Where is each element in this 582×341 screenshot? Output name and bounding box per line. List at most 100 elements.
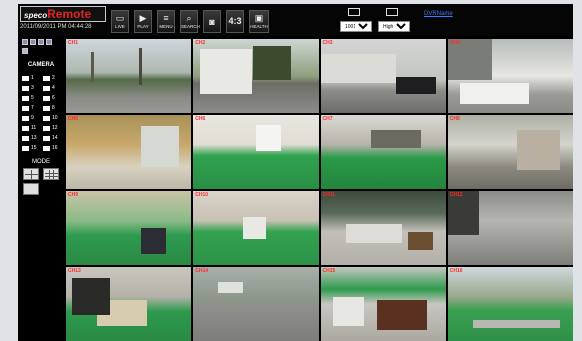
- camera-tile-14[interactable]: CH14: [193, 267, 319, 341]
- menu-button[interactable]: ≡ MENU: [157, 10, 175, 33]
- play-button[interactable]: ▶ PLAY: [134, 10, 152, 33]
- camera-select-16[interactable]: 16: [43, 145, 61, 152]
- camera-select-12[interactable]: 12: [43, 125, 61, 132]
- mode-nine-button[interactable]: [43, 168, 59, 180]
- camera-icon: [43, 146, 50, 151]
- camera-select-10[interactable]: 10: [43, 115, 61, 122]
- camera-icon: [22, 86, 29, 91]
- channel-label: CH2: [195, 40, 206, 46]
- camera-grid: CH1 CH2 CH3 CH4 CH5 CH6 CH7 CH8 CH9 CH10 CH11 CH12 C…: [66, 39, 573, 341]
- camera-icon: [22, 96, 29, 101]
- aspect-ratio-button[interactable]: 4:3: [226, 10, 244, 33]
- channel-label: CH13: [68, 268, 81, 274]
- menu-button-label: MENU: [159, 24, 173, 29]
- grid-line: [49, 170, 50, 179]
- camera-select-6[interactable]: 6: [43, 95, 61, 102]
- camera-feed-region: [193, 267, 319, 341]
- camera-feed-region: [66, 191, 192, 265]
- camera-select-4[interactable]: 4: [43, 85, 61, 92]
- camera-tile-10[interactable]: CH10: [193, 191, 319, 265]
- camera-icon: [22, 106, 29, 111]
- health-button-label: HEALTH: [250, 24, 268, 29]
- camera-select-13[interactable]: 13: [22, 135, 40, 142]
- camera-feed-region: [141, 126, 179, 167]
- camera-number: 2: [52, 75, 55, 81]
- camera-tile-7[interactable]: CH7: [320, 115, 446, 189]
- settings-icon[interactable]: [38, 39, 44, 45]
- channel-label: CH8: [449, 116, 460, 122]
- camera-tile-9[interactable]: CH9: [66, 191, 192, 265]
- camera-select-2[interactable]: 2: [43, 75, 61, 82]
- camera-tile-15[interactable]: CH15: [320, 267, 446, 341]
- live-button[interactable]: ▭ LIVE: [111, 10, 129, 33]
- camera-feed-region: [472, 320, 561, 328]
- camera-icon: [43, 126, 50, 131]
- camera-tile-4[interactable]: CH4: [447, 39, 573, 113]
- camera-feed-region: [141, 228, 167, 254]
- camera-feed-region: [199, 49, 253, 94]
- camera-tile-11[interactable]: CH11: [320, 191, 446, 265]
- quality-select[interactable]: High: [378, 21, 410, 32]
- camera-tile-2[interactable]: CH2: [193, 39, 319, 113]
- channel-label: CH4: [449, 40, 460, 46]
- camera-tile-16[interactable]: CH16: [447, 267, 573, 341]
- camera-tile-8[interactable]: CH8: [447, 115, 573, 189]
- search-button-label: SEARCH: [181, 24, 200, 29]
- camera-tile-6[interactable]: CH6: [193, 115, 319, 189]
- camera-number: 9: [31, 115, 34, 121]
- camera-tile-12[interactable]: CH12: [447, 191, 573, 265]
- camera-feed-region: [460, 83, 530, 105]
- layout-icon[interactable]: [22, 39, 28, 45]
- camera-select-9[interactable]: 9: [22, 115, 40, 122]
- camera-tile-3[interactable]: CH3: [320, 39, 446, 113]
- camera-select-11[interactable]: 11: [22, 125, 40, 132]
- camera-section-title: CAMERA: [27, 62, 55, 68]
- user-icon[interactable]: [30, 39, 36, 45]
- channel-label: CH6: [195, 116, 206, 122]
- camera-feed-region: [320, 53, 396, 84]
- mode-quad-button[interactable]: [23, 168, 39, 180]
- channel-label: CH15: [322, 268, 336, 274]
- camera-feed-region: [376, 300, 427, 330]
- camera-feed-region: [333, 296, 365, 327]
- camera-icon: [22, 126, 29, 131]
- camera-feed-region: [516, 129, 561, 171]
- screen-icon: [348, 8, 360, 16]
- lock-icon[interactable]: [46, 39, 52, 45]
- capture-button[interactable]: ◙: [203, 10, 221, 33]
- dvr-name-link[interactable]: DVRName: [424, 11, 453, 17]
- edit-icon[interactable]: [22, 48, 28, 54]
- camera-feed-region: [243, 216, 266, 240]
- camera-icon: [43, 106, 50, 111]
- camera-select-7[interactable]: 7: [22, 105, 40, 112]
- grid-line: [45, 176, 58, 177]
- camera-select-1[interactable]: 1: [22, 75, 40, 82]
- camera-select-5[interactable]: 5: [22, 95, 40, 102]
- camera-number: 12: [52, 125, 58, 131]
- camera-feed-region: [253, 46, 291, 80]
- camera-feed-region: [370, 129, 421, 149]
- camera-number: 10: [52, 115, 58, 121]
- mode-single-button[interactable]: [23, 183, 39, 195]
- camera-feed-region: [138, 47, 143, 85]
- camera-tile-13[interactable]: CH13: [66, 267, 192, 341]
- camera-icon: [43, 96, 50, 101]
- camera-tile-1[interactable]: CH1: [66, 39, 192, 113]
- logo-product: Remote: [47, 7, 92, 21]
- camera-feed-region: [72, 278, 110, 316]
- channel-label: CH9: [68, 192, 79, 198]
- search-button[interactable]: ⌕ SEARCH: [180, 10, 200, 33]
- stream-select[interactable]: 1001: [340, 21, 372, 32]
- health-icon: ▣: [254, 13, 264, 23]
- camera-icon: [43, 116, 50, 121]
- camera-tile-5[interactable]: CH5: [66, 115, 192, 189]
- camera-select-8[interactable]: 8: [43, 105, 61, 112]
- top-toolbar: specoRemote 2011/09/2011 PM 04:44:28 ▭ L…: [18, 4, 573, 36]
- camera-select-14[interactable]: 14: [43, 135, 61, 142]
- camera-number: 5: [31, 95, 34, 101]
- health-button[interactable]: ▣ HEALTH: [249, 10, 269, 33]
- search-icon: ⌕: [186, 13, 192, 23]
- camera-icon: [43, 136, 50, 141]
- camera-select-3[interactable]: 3: [22, 85, 40, 92]
- camera-select-15[interactable]: 15: [22, 145, 40, 152]
